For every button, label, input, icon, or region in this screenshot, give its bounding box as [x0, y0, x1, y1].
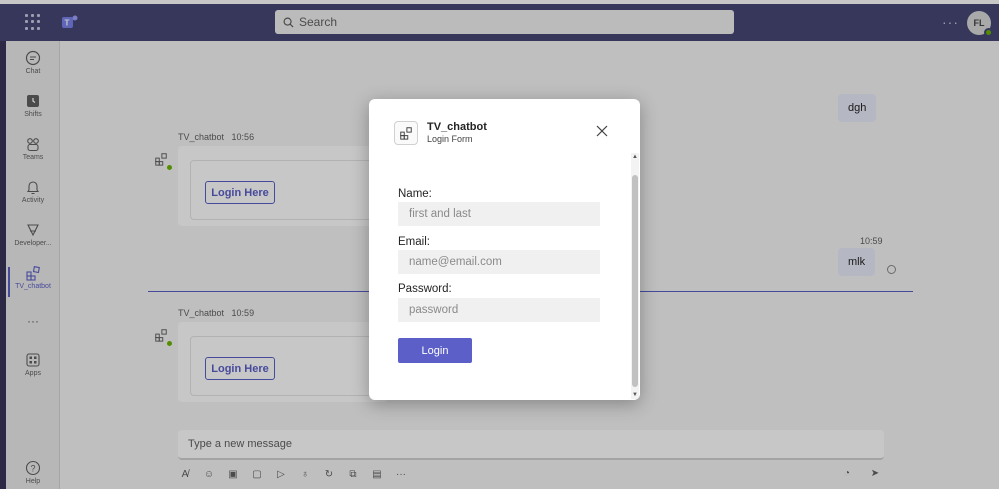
- dialog-title: TV_chatbot: [427, 121, 487, 133]
- password-label: Password:: [398, 283, 452, 295]
- login-form: Name: first and last Email: name@email.c…: [369, 154, 631, 397]
- login-button[interactable]: Login: [398, 338, 472, 363]
- login-dialog: TV_chatbot Login Form Name: first and la…: [369, 99, 640, 400]
- email-label: Email:: [398, 236, 430, 248]
- scrollbar-thumb[interactable]: [632, 175, 638, 387]
- scroll-up-arrow-icon[interactable]: ▲: [631, 153, 639, 161]
- dialog-scrollbar[interactable]: ▲ ▼: [631, 153, 639, 399]
- scroll-down-arrow-icon[interactable]: ▼: [631, 391, 639, 399]
- name-field[interactable]: first and last: [398, 202, 600, 226]
- password-field[interactable]: password: [398, 298, 600, 322]
- email-field[interactable]: name@email.com: [398, 250, 600, 274]
- close-icon[interactable]: [595, 124, 609, 138]
- dialog-subtitle: Login Form: [427, 134, 473, 144]
- app-icon: [394, 121, 418, 145]
- name-label: Name:: [398, 188, 432, 200]
